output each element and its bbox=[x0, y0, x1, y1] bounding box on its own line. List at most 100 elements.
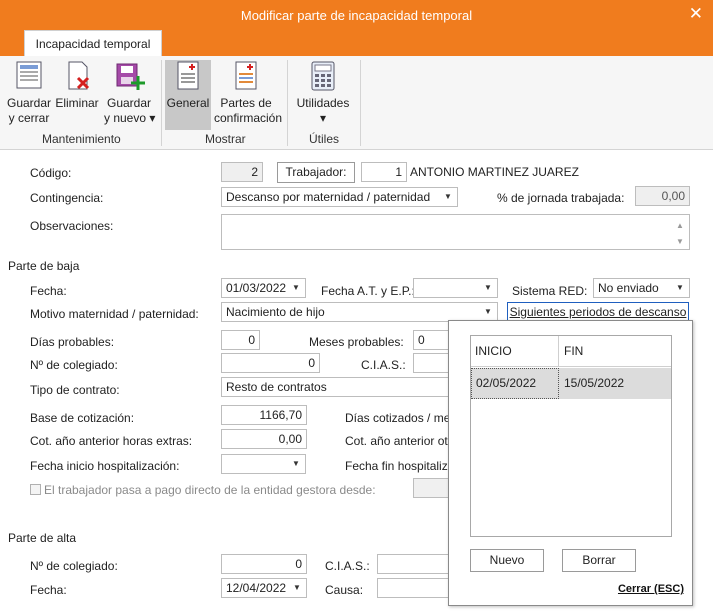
dias-cotizados-label: Días cotizados / mes bbox=[345, 411, 457, 425]
sistema-red-value: No enviado bbox=[598, 281, 659, 295]
jornada-field[interactable]: 0,00 bbox=[635, 186, 690, 206]
chevron-down-icon[interactable]: ▼ bbox=[287, 279, 305, 297]
cell-fin[interactable]: 15/05/2022 bbox=[560, 368, 670, 399]
periodos-grid: INICIO FIN 02/05/2022 15/05/2022 bbox=[470, 335, 672, 537]
chevron-down-icon: ▼ bbox=[676, 283, 684, 292]
partes-confirmacion-label: Partes de confirmación bbox=[214, 96, 283, 125]
chevron-down-icon: ▼ bbox=[444, 192, 452, 201]
dias-probables-field[interactable]: 0 bbox=[221, 330, 260, 350]
alta-colegiado-label: Nº de colegiado: bbox=[30, 559, 118, 573]
motivo-select[interactable]: Nacimiento de hijo ▼ bbox=[221, 302, 498, 322]
colegiado-field[interactable]: 0 bbox=[221, 353, 320, 373]
contingencia-value: Descanso por maternidad / paternidad bbox=[226, 190, 431, 204]
contingencia-label: Contingencia: bbox=[30, 191, 104, 205]
save-close-icon bbox=[16, 61, 42, 89]
alta-cias-label: C.I.A.S.: bbox=[325, 559, 370, 573]
colegiado-label: Nº de colegiado: bbox=[30, 358, 118, 372]
column-header-inicio[interactable]: INICIO bbox=[471, 336, 559, 367]
nuevo-button[interactable]: Nuevo bbox=[470, 549, 544, 572]
dias-probables-label: Días probables: bbox=[30, 335, 115, 349]
cot-otras-label: Cot. año anterior otr bbox=[345, 434, 452, 448]
utilidades-label: Utilidades ▾ bbox=[296, 96, 350, 125]
general-button[interactable]: General bbox=[165, 60, 211, 130]
general-label: General bbox=[166, 96, 210, 110]
window-title: Modificar parte de incapacidad temporal bbox=[240, 8, 473, 23]
group-mantenimiento: Mantenimiento bbox=[42, 132, 121, 146]
parte-baja-title: Parte de baja bbox=[8, 259, 80, 273]
cerrar-link[interactable]: Cerrar (ESC) bbox=[618, 583, 684, 595]
alta-cias-field[interactable] bbox=[377, 554, 449, 574]
meses-probables-field[interactable]: 0 bbox=[413, 330, 449, 350]
fecha-at-label: Fecha A.T. y E.P.: bbox=[321, 284, 415, 298]
document-icon bbox=[177, 61, 199, 90]
causa-label: Causa: bbox=[325, 583, 364, 597]
meses-probables-label: Meses probables: bbox=[309, 335, 404, 349]
table-row[interactable]: 02/05/2022 15/05/2022 bbox=[471, 368, 671, 399]
ribbon-separator bbox=[161, 60, 162, 146]
chevron-down-icon[interactable]: ▼ bbox=[479, 279, 497, 297]
trabajador-button[interactable]: Trabajador: bbox=[277, 162, 355, 183]
cot-horas-extras-field[interactable]: 0,00 bbox=[221, 429, 307, 449]
save-new-icon bbox=[116, 63, 145, 90]
sistema-red-select[interactable]: No enviado ▼ bbox=[593, 278, 690, 298]
ribbon-separator bbox=[360, 60, 361, 146]
observaciones-textarea[interactable]: ▲ ▼ bbox=[221, 214, 690, 250]
tab-incapacidad-temporal[interactable]: Incapacidad temporal bbox=[24, 30, 162, 57]
fecha-field[interactable]: 01/03/2022 ▼ bbox=[221, 278, 306, 298]
alta-fecha-field[interactable]: 12/04/2022 ▼ bbox=[221, 578, 307, 598]
grid-header: INICIO FIN bbox=[471, 336, 671, 367]
chevron-down-icon[interactable]: ▼ bbox=[288, 579, 306, 597]
hospitalizacion-fin-label: Fecha fin hospitaliza bbox=[345, 459, 455, 473]
alta-colegiado-field[interactable]: 0 bbox=[221, 554, 307, 574]
delete-label: Eliminar bbox=[55, 96, 99, 110]
pago-directo-label: El trabajador pasa a pago directo de la … bbox=[44, 483, 376, 497]
borrar-button[interactable]: Borrar bbox=[562, 549, 636, 572]
save-close-button[interactable]: Guardar y cerrar bbox=[6, 60, 52, 126]
group-mostrar: Mostrar bbox=[205, 132, 246, 146]
partes-confirmacion-button[interactable]: Partes de confirmación bbox=[214, 60, 282, 126]
hospitalizacion-inicio-field[interactable]: ▼ bbox=[221, 454, 306, 474]
periodos-descanso-popup: INICIO FIN 02/05/2022 15/05/2022 Nuevo B… bbox=[448, 320, 693, 606]
delete-icon bbox=[68, 61, 90, 90]
calculator-icon bbox=[311, 61, 335, 91]
contingencia-select[interactable]: Descanso por maternidad / paternidad ▼ bbox=[221, 187, 458, 207]
column-header-fin[interactable]: FIN bbox=[560, 336, 670, 367]
scroll-down-icon[interactable]: ▼ bbox=[671, 233, 689, 249]
cell-inicio[interactable]: 02/05/2022 bbox=[471, 368, 559, 399]
motivo-value: Nacimiento de hijo bbox=[226, 305, 325, 319]
ribbon-separator bbox=[287, 60, 288, 146]
cot-horas-extras-label: Cot. año anterior horas extras: bbox=[30, 434, 193, 448]
group-utiles: Útiles bbox=[309, 132, 340, 146]
fecha-value: 01/03/2022 bbox=[226, 281, 287, 295]
save-close-label: Guardar y cerrar bbox=[6, 96, 52, 125]
chevron-down-icon[interactable]: ▼ bbox=[287, 455, 305, 473]
cias-field[interactable] bbox=[413, 353, 449, 373]
chevron-down-icon: ▼ bbox=[484, 307, 492, 316]
fecha-label: Fecha: bbox=[30, 284, 67, 298]
fecha-at-field[interactable]: ▼ bbox=[413, 278, 498, 298]
save-new-label: Guardar y nuevo ▾ bbox=[104, 96, 156, 125]
jornada-label: % de jornada trabajada: bbox=[497, 191, 625, 205]
codigo-label: Código: bbox=[30, 166, 72, 180]
tipo-contrato-label: Tipo de contrato: bbox=[30, 383, 120, 397]
tipo-contrato-select[interactable]: Resto de contratos bbox=[221, 377, 449, 397]
pago-directo-checkbox[interactable] bbox=[30, 484, 41, 495]
ribbon: Guardar y cerrar Eliminar Guardar y nuev… bbox=[0, 56, 713, 150]
utilidades-button[interactable]: Utilidades ▾ bbox=[294, 60, 352, 126]
trabajador-code-field[interactable]: 1 bbox=[361, 162, 407, 182]
causa-select[interactable] bbox=[377, 578, 449, 598]
pago-directo-row: El trabajador pasa a pago directo de la … bbox=[30, 483, 376, 497]
pago-directo-field bbox=[413, 478, 449, 498]
cias-label: C.I.A.S.: bbox=[361, 358, 406, 372]
delete-button[interactable]: Eliminar bbox=[54, 60, 100, 111]
motivo-label: Motivo maternidad / paternidad: bbox=[30, 307, 199, 321]
codigo-field[interactable]: 2 bbox=[221, 162, 263, 182]
close-icon[interactable]: ✕ bbox=[689, 4, 703, 24]
document-list-icon bbox=[235, 61, 257, 90]
alta-fecha-label: Fecha: bbox=[30, 583, 67, 597]
alta-fecha-value: 12/04/2022 bbox=[226, 581, 287, 595]
base-cotizacion-field[interactable]: 1166,70 bbox=[221, 405, 307, 425]
sistema-red-label: Sistema RED: bbox=[512, 284, 588, 298]
base-cotizacion-label: Base de cotización: bbox=[30, 411, 135, 425]
save-new-button[interactable]: Guardar y nuevo ▾ bbox=[104, 60, 156, 126]
